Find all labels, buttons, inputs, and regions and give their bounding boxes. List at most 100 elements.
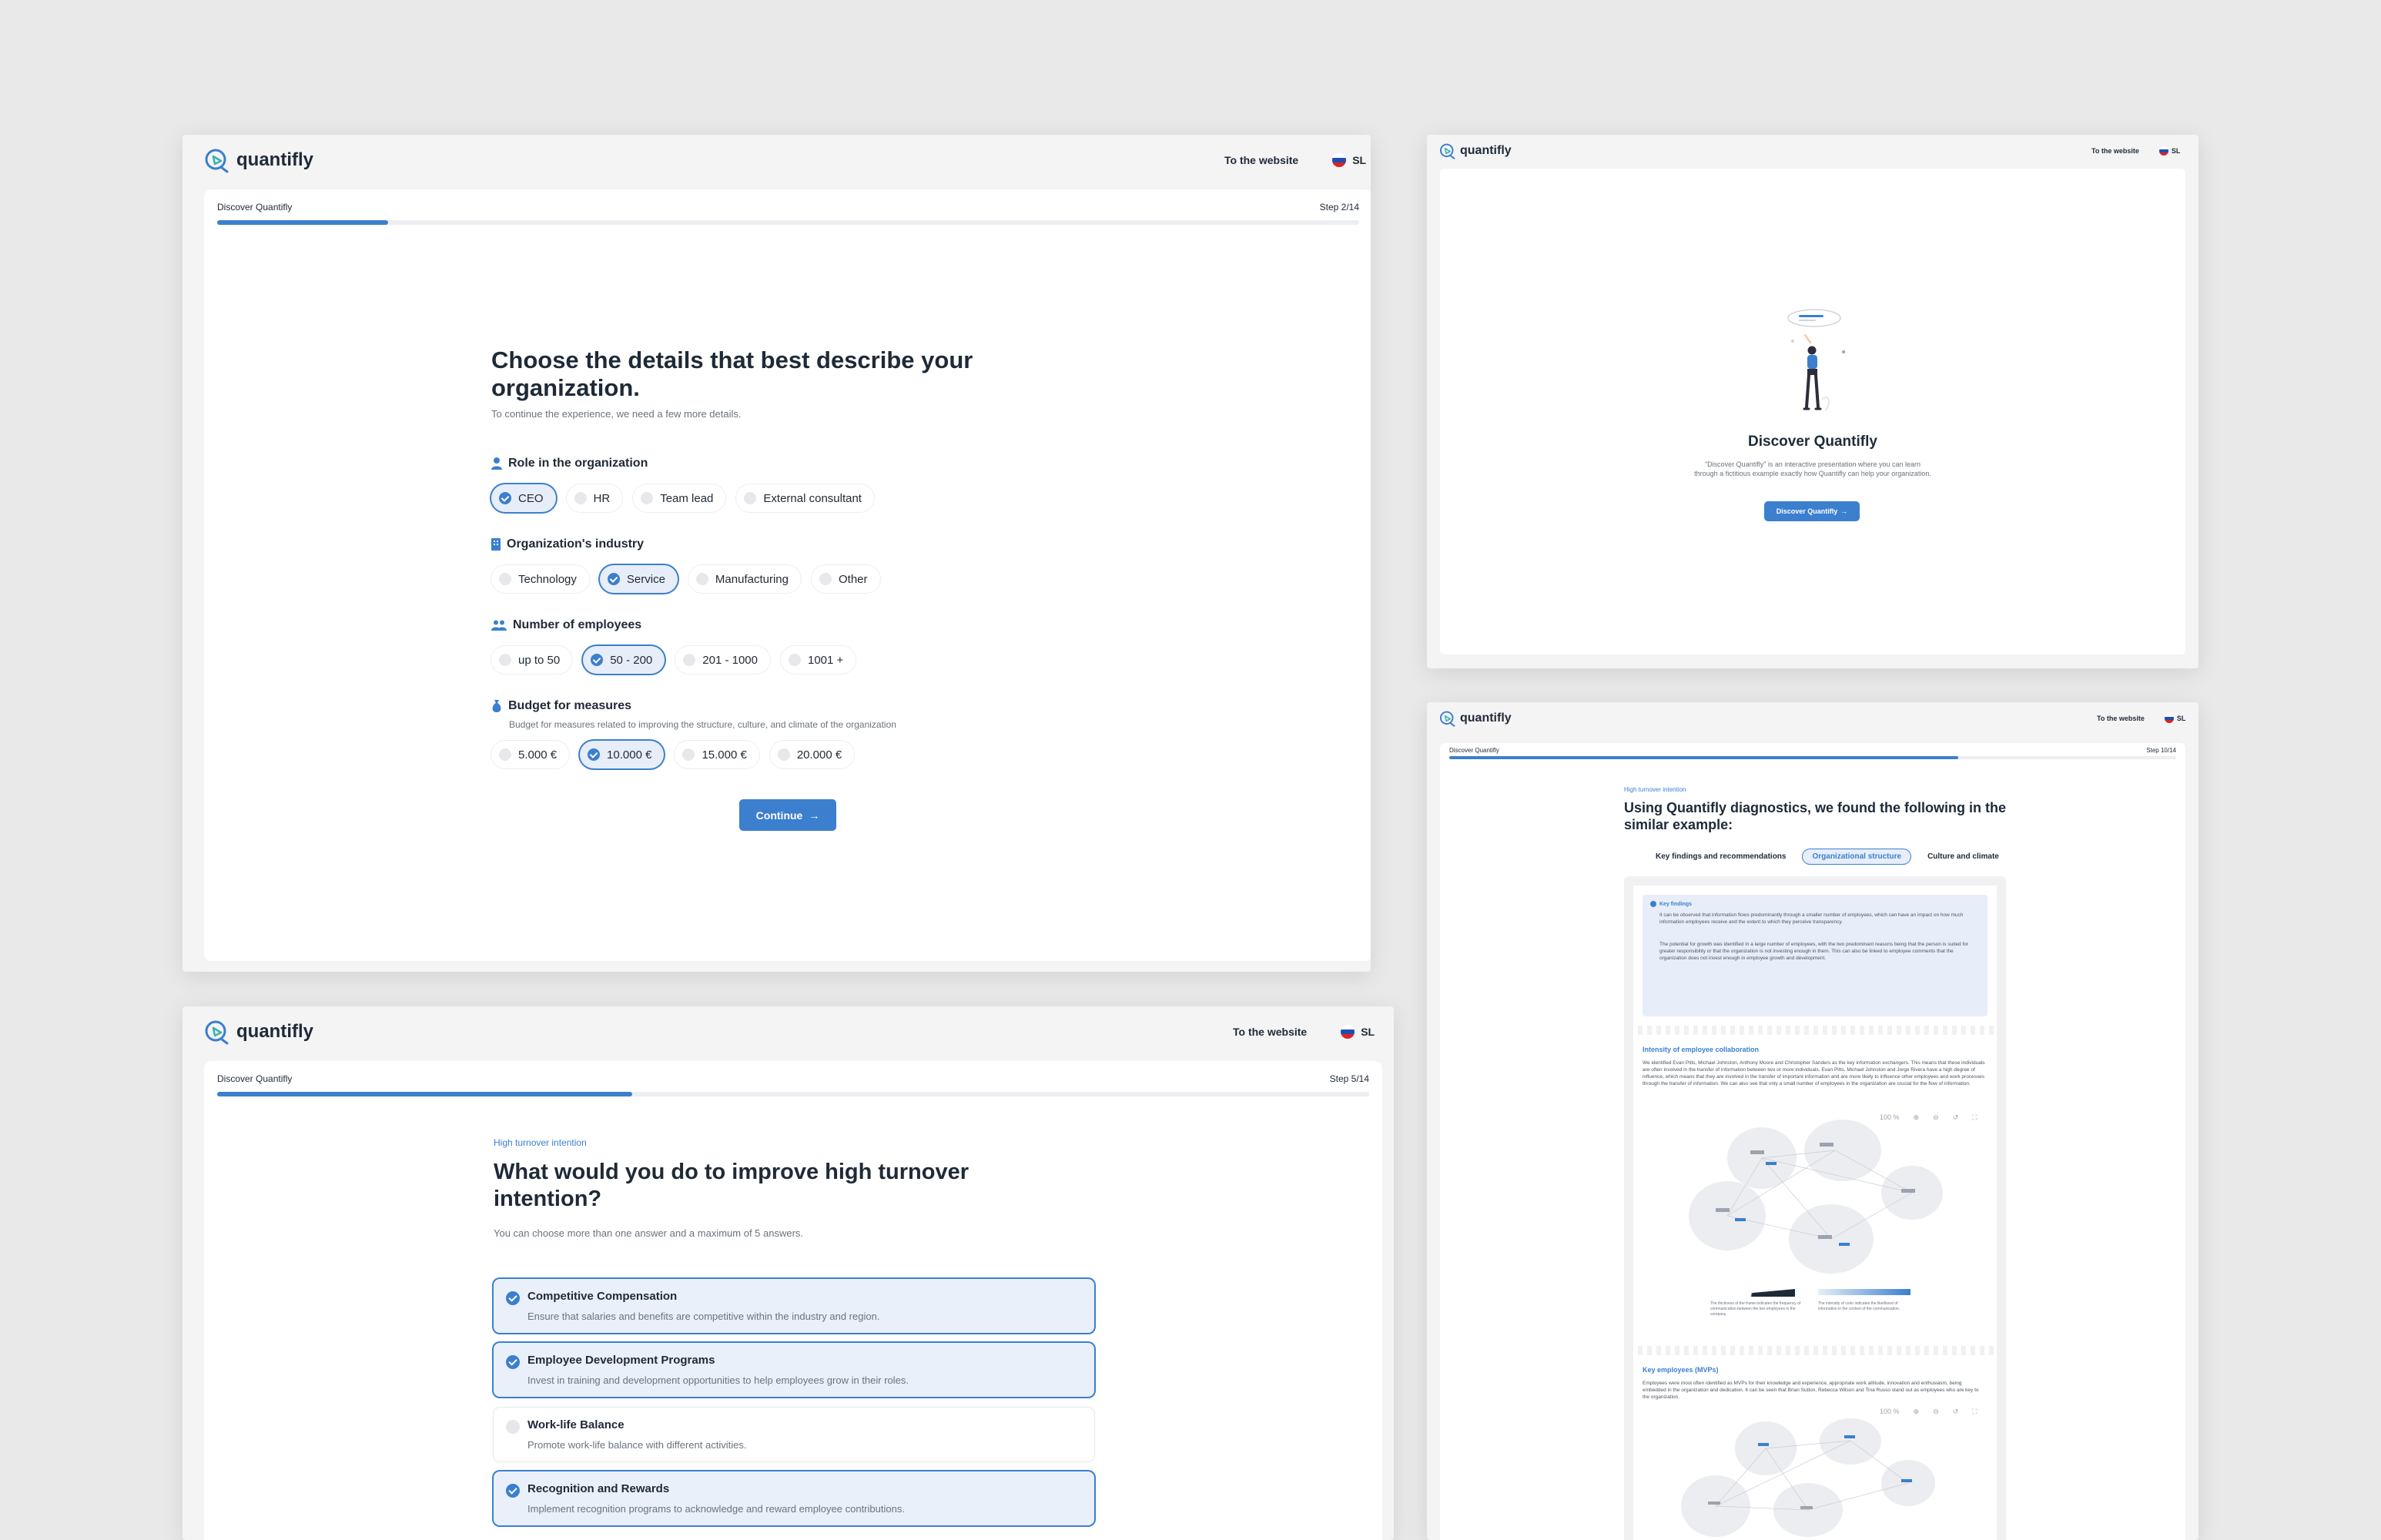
option-team-lead[interactable]: Team lead — [633, 484, 726, 512]
to-website-link[interactable]: To the website — [2097, 715, 2145, 722]
language-switcher[interactable]: SL — [2158, 146, 2181, 156]
discover-button-label: Discover Quantifly — [1776, 507, 1838, 515]
option-1001-plus[interactable]: 1001 + — [781, 646, 856, 674]
answer-recognition-rewards[interactable]: Recognition and Rewards Implement recogn… — [494, 1471, 1094, 1525]
discover-quantifly-button[interactable]: Discover Quantifly → — [1764, 501, 1860, 521]
mvp-text: Employees were most often identified as … — [1643, 1381, 1979, 1400]
zoom-out-icon[interactable]: ⊖ — [1933, 1408, 1939, 1416]
step-counter: Step 2/14 — [1319, 202, 1359, 213]
check-icon — [506, 1484, 520, 1498]
page-title: Choose the details that best describe yo… — [491, 346, 973, 401]
language-switcher[interactable]: SL — [1332, 153, 1366, 167]
option-label: 50 - 200 — [610, 653, 653, 667]
window-organization-details: quantifly To the website SL Discover Qua… — [183, 135, 1371, 972]
option-15000[interactable]: 15.000 € — [675, 741, 759, 768]
language-label: SL — [1352, 154, 1367, 166]
option-50-200[interactable]: 50 - 200 — [583, 646, 665, 674]
graph-legend: The thickness of the frame indicates the… — [1710, 1289, 1934, 1327]
option-service[interactable]: Service — [599, 565, 678, 593]
key-findings-heading: Key findings — [1659, 901, 1693, 907]
graph-toolbar: 100 % ⊕ ⊖ ↺ ⛶ — [1880, 1113, 1977, 1122]
to-website-link[interactable]: To the website — [1233, 1026, 1307, 1038]
window-turnover-question: quantifly To the website SL Discover Qua… — [183, 1006, 1394, 1540]
section-label: Role in the organization — [508, 457, 648, 470]
arrow-right-icon: → — [809, 808, 820, 822]
tab-culture-climate[interactable]: Culture and climate — [1918, 849, 2008, 864]
option-manufacturing[interactable]: Manufacturing — [688, 565, 801, 593]
network-edges — [1708, 1435, 1912, 1511]
report-document: Key findings It can be observed that inf… — [1624, 876, 2006, 1540]
mvp-section: Key employees (MVPs) Employees were most… — [1633, 1351, 1997, 1540]
option-label: 15.000 € — [702, 748, 747, 762]
reset-icon[interactable]: ↺ — [1953, 1408, 1959, 1416]
intro-title: Discover Quantifly — [1748, 434, 1877, 450]
option-label: CEO — [518, 491, 544, 505]
graph-toolbar: 100 % ⊕ ⊖ ↺ ⛶ — [1880, 1408, 1977, 1416]
zoom-in-icon[interactable]: ⊕ — [1914, 1113, 1920, 1122]
content-panel: Discover Quantifly Step 2/14 Choose the … — [204, 189, 1371, 961]
zoom-out-icon[interactable]: ⊖ — [1933, 1113, 1939, 1122]
fullscreen-icon[interactable]: ⛶ — [1972, 1408, 1977, 1416]
mvp-network-graph[interactable] — [1643, 1418, 1986, 1540]
content-panel: Discover Quantifly Step 5/14 High turnov… — [204, 1061, 1382, 1540]
section-budget: Budget for measures — [491, 699, 631, 713]
option-10000[interactable]: 10.000 € — [580, 741, 665, 768]
quantifly-logo[interactable]: quantifly — [204, 1019, 313, 1045]
collaboration-network-graph[interactable] — [1643, 1120, 1986, 1281]
answer-employee-development[interactable]: Employee Development Programs Invest in … — [494, 1343, 1094, 1397]
option-up-to-50[interactable]: up to 50 — [491, 646, 573, 674]
reset-icon[interactable]: ↺ — [1953, 1113, 1959, 1122]
option-201-1000[interactable]: 201 - 1000 — [675, 646, 770, 674]
role-options: CEO HR Team lead External consultant — [491, 484, 874, 512]
answer-title: Employee Development Programs — [527, 1354, 715, 1367]
budget-description: Budget for measures related to improving… — [509, 719, 896, 730]
slovenia-flag-icon — [2158, 146, 2168, 156]
option-ceo[interactable]: CEO — [491, 484, 556, 512]
continue-button[interactable]: Continue → — [739, 799, 836, 831]
option-hr[interactable]: HR — [566, 484, 623, 512]
quantifly-logo[interactable]: quantifly — [1439, 710, 1512, 727]
section-label: Budget for measures — [508, 699, 632, 712]
answer-competitive-compensation[interactable]: Competitive Compensation Ensure that sal… — [494, 1279, 1094, 1333]
option-label: 20.000 € — [796, 748, 842, 762]
language-label: SL — [2171, 147, 2181, 155]
option-external-consultant[interactable]: External consultant — [736, 484, 874, 512]
option-label: Technology — [518, 572, 577, 586]
zoom-level: 100 % — [1880, 1113, 1900, 1121]
radio-icon — [506, 1420, 520, 1434]
language-switcher[interactable]: SL — [2164, 714, 2185, 723]
quantifly-logo[interactable]: quantifly — [1439, 142, 1512, 159]
option-technology[interactable]: Technology — [491, 565, 589, 593]
language-switcher[interactable]: SL — [1341, 1025, 1375, 1039]
language-label: SL — [1361, 1026, 1375, 1038]
page-subtitle: You can choose more than one answer and … — [494, 1227, 804, 1239]
option-label: HR — [593, 491, 611, 505]
tab-key-findings[interactable]: Key findings and recommendations — [1646, 849, 1795, 864]
quantifly-logo-icon — [1439, 711, 1455, 727]
check-icon — [506, 1291, 520, 1305]
to-website-link[interactable]: To the website — [2091, 147, 2139, 155]
brand-name: quantifly — [1460, 711, 1512, 725]
option-other[interactable]: Other — [811, 565, 880, 593]
option-5000[interactable]: 5.000 € — [491, 741, 570, 768]
progress-label: Discover Quantifly — [217, 202, 293, 213]
zoom-in-icon[interactable]: ⊕ — [1914, 1408, 1920, 1416]
brand-name: quantifly — [1460, 144, 1512, 157]
tab-organizational-structure[interactable]: Organizational structure — [1803, 849, 1911, 864]
progress-bar — [1449, 756, 2176, 759]
to-website-link[interactable]: To the website — [1224, 154, 1298, 166]
slovenia-flag-icon — [1341, 1025, 1355, 1039]
quantifly-logo-icon — [205, 149, 229, 173]
option-label: 201 - 1000 — [702, 653, 758, 667]
answer-work-life-balance[interactable]: Work-life Balance Promote work-life bala… — [494, 1408, 1094, 1461]
option-label: Service — [626, 572, 665, 586]
mvp-heading: Key employees (MVPs) — [1643, 1366, 1719, 1374]
quantifly-logo[interactable]: quantifly — [204, 147, 313, 173]
fullscreen-icon[interactable]: ⛶ — [1972, 1113, 1977, 1122]
progress-label: Discover Quantifly — [1449, 747, 1499, 754]
answer-description: Invest in training and development oppor… — [527, 1374, 909, 1386]
option-20000[interactable]: 20.000 € — [769, 741, 855, 768]
money-bag-icon — [492, 700, 501, 712]
budget-options: 5.000 € 10.000 € 15.000 € 20.000 € — [491, 741, 855, 768]
answer-title: Work-life Balance — [527, 1418, 625, 1431]
